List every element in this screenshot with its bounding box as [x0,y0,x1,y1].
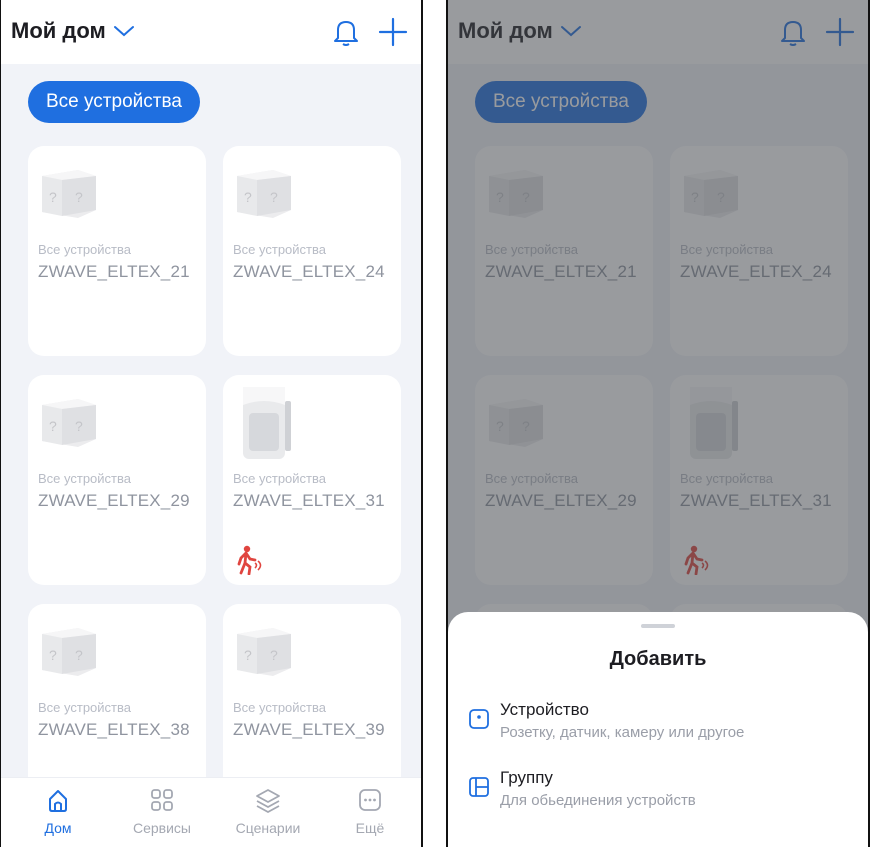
more-dots-icon [359,789,381,811]
device-name: ZWAVE_ELTEX_24 [233,262,385,281]
device-name: ZWAVE_ELTEX_21 [38,262,190,281]
device-name: ZWAVE_ELTEX_39 [233,720,385,739]
unknown-device-image [38,622,100,680]
option-subtitle: Розетку, датчик, камеру или другое [500,724,745,741]
unknown-device-image [38,164,100,222]
device-name: ZWAVE_ELTEX_29 [38,491,190,510]
device-card[interactable]: Все устройства ZWAVE_ELTEX_29 [28,375,206,585]
group-icon [469,777,489,797]
add-device-option[interactable]: Устройство Розетку, датчик, камеру или др… [468,700,848,750]
tab-label: Ещё [355,820,385,836]
device-category: Все устройства [233,471,326,486]
home-screen-with-add-sheet: Мой дом Все устройства Все устройстваZWA… [448,0,868,847]
device-name: ZWAVE_ELTEX_38 [38,720,190,739]
tab-services-grid[interactable]: Сервисы [122,786,202,836]
tab-label: Дом [44,820,72,836]
device-category: Все устройства [38,700,131,715]
device-card[interactable]: Все устройства ZWAVE_ELTEX_31 [223,375,401,585]
device-category: Все устройства [233,700,326,715]
device-card[interactable]: Все устройства ZWAVE_ELTEX_21 [28,146,206,356]
home-selector[interactable]: Мой дом [11,18,136,44]
add-bottom-sheet: Добавить Устройство Розетку, датчик, камер… [448,612,868,847]
scenarios-layers-icon [256,789,280,814]
motion-alert-icon [235,545,263,575]
device-category: Все устройства [38,471,131,486]
device-icon [469,709,489,729]
unknown-device-image [233,164,295,222]
unknown-device-image [38,393,100,451]
option-title: Группу [500,768,553,787]
motion-sensor-image [233,383,295,463]
add-icon[interactable] [377,16,409,48]
chevron-down-icon [113,26,134,37]
device-category: Все устройства [38,242,131,257]
tab-home[interactable]: Дом [18,786,98,836]
frame-border [421,0,423,847]
option-title: Устройство [500,700,589,719]
home-title: Мой дом [11,18,106,43]
home-icon [49,790,67,812]
device-card[interactable]: Все устройства ZWAVE_ELTEX_24 [223,146,401,356]
sheet-title: Добавить [609,648,707,670]
bell-icon[interactable] [333,18,359,46]
services-grid-icon [151,789,173,811]
device-category: Все устройства [233,242,326,257]
option-subtitle: Для обьединения устройств [500,792,696,809]
unknown-device-image [233,622,295,680]
all-devices-chip[interactable]: Все устройства [28,81,200,123]
tab-scenarios-layers[interactable]: Сценарии [228,786,308,836]
tab-more-dots[interactable]: Ещё [330,786,410,836]
add-group-option[interactable]: Группу Для обьединения устройств [468,768,848,818]
device-name: ZWAVE_ELTEX_31 [233,491,385,510]
bottom-tab-bar: Дом Сервисы Сценарии Ещё [1,777,421,847]
tab-label: Сценарии [235,820,301,836]
screen: Мой дом Все устройства Все устройства ZWA… [1,0,421,847]
sheet-grabber[interactable] [641,624,675,628]
home-screen: Мой дом Все устройства Все устройства ZWA… [1,0,421,847]
tab-label: Сервисы [132,820,191,836]
top-bar: Мой дом [1,0,421,64]
